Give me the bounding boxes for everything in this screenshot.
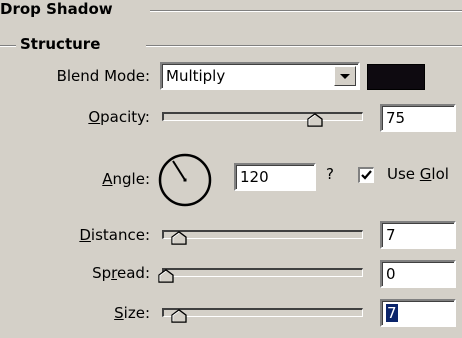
group-divider-right	[146, 45, 462, 47]
spread-slider-track[interactable]	[162, 268, 363, 277]
angle-label-rest: ngle:	[112, 170, 150, 188]
spread-label-pre: Sp	[92, 264, 112, 282]
angle-input[interactable]: 120	[234, 163, 316, 191]
use-global-light-checkbox[interactable]	[358, 167, 374, 183]
size-label-key: S	[114, 304, 124, 322]
distance-slider-track[interactable]	[162, 230, 363, 239]
spread-value: 0	[386, 265, 396, 283]
opacity-label-key: O	[88, 108, 101, 126]
chevron-down-icon[interactable]	[334, 66, 356, 86]
spread-label: Spread:	[0, 264, 150, 282]
checkmark-icon	[361, 170, 372, 180]
panel-title: Drop Shadow	[0, 0, 117, 18]
size-value: 7	[386, 304, 398, 322]
size-label-rest: ize:	[123, 304, 150, 322]
distance-value: 7	[386, 226, 396, 244]
blend-mode-select[interactable]: Multiply	[160, 62, 360, 90]
opacity-slider-thumb[interactable]	[306, 113, 324, 127]
opacity-label: Opacity:	[0, 108, 150, 126]
title-divider	[150, 10, 462, 12]
use-global-key: G	[419, 165, 432, 183]
opacity-value: 75	[386, 109, 406, 127]
distance-slider-thumb[interactable]	[170, 231, 188, 245]
opacity-slider-track[interactable]	[162, 112, 363, 121]
angle-dial[interactable]	[157, 152, 213, 208]
angle-value: 120	[240, 168, 269, 186]
spread-label-rest: ead:	[117, 264, 150, 282]
size-label: Size:	[0, 304, 150, 322]
distance-input[interactable]: 7	[380, 221, 456, 249]
angle-label-key: A	[102, 170, 113, 188]
use-global-post: lol	[431, 165, 449, 183]
distance-label-rest: istance:	[90, 226, 150, 244]
opacity-input[interactable]: 75	[380, 104, 456, 132]
distance-label-key: D	[79, 226, 91, 244]
blend-mode-label: Blend Mode:	[0, 67, 150, 85]
spread-input[interactable]: 0	[380, 260, 456, 288]
group-divider-left	[0, 45, 16, 47]
shadow-color-swatch[interactable]	[367, 64, 425, 90]
spread-slider-thumb[interactable]	[157, 269, 175, 283]
blend-mode-label-text: Blend Mode:	[56, 67, 150, 85]
use-global-pre: Use	[387, 165, 420, 183]
group-title-structure: Structure	[20, 35, 105, 53]
opacity-label-rest: pacity:	[100, 108, 150, 126]
size-input[interactable]: 7	[380, 299, 456, 327]
angle-unit: ?	[326, 165, 334, 183]
size-slider-thumb[interactable]	[170, 309, 188, 323]
angle-label: Angle:	[0, 170, 150, 188]
size-slider-track[interactable]	[162, 308, 363, 317]
use-global-light-label[interactable]: Use Glol	[387, 165, 449, 183]
blend-mode-value: Multiply	[166, 67, 226, 85]
distance-label: Distance:	[0, 226, 150, 244]
